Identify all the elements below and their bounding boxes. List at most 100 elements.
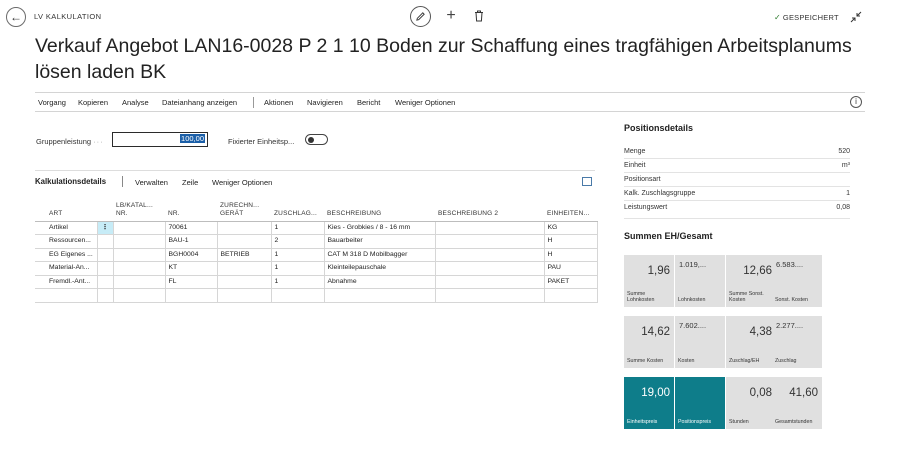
cell-art[interactable]: Material-An... (35, 261, 98, 276)
cell-geraet[interactable] (217, 261, 272, 276)
collapse-arrows-icon[interactable] (850, 10, 864, 24)
cell-nr[interactable]: BGH0004 (165, 248, 218, 262)
fixed-unit-price-toggle[interactable] (305, 134, 328, 145)
cell-geraet[interactable]: BETRIEB (217, 248, 272, 262)
group-service-input[interactable]: 100,00 (112, 132, 208, 147)
row-menu-cell[interactable] (97, 261, 114, 276)
cell-beschreibung-2[interactable] (435, 275, 545, 289)
cell-geraet[interactable] (217, 275, 272, 289)
tile-zuschlag-eh[interactable]: 4,38 Zuschlag/EH (726, 316, 776, 368)
cell-empty[interactable] (544, 288, 598, 303)
tile-stunden[interactable]: 0,08 Stunden (726, 377, 776, 429)
tile-summe-kosten[interactable]: 14,62 Summe Kosten (624, 316, 674, 368)
tile-sonst-kosten[interactable]: 6.583.... Sonst. Kosten (772, 255, 822, 307)
back-arrow-icon[interactable]: ← (6, 7, 26, 27)
cell-beschreibung[interactable]: Bauarbeiter (324, 234, 436, 249)
cell-nr[interactable]: FL (165, 275, 218, 289)
col-beschreibung-2[interactable]: BESCHREIBUNG 2 (435, 199, 544, 222)
edit-pencil-icon[interactable] (410, 6, 431, 27)
cell-einheit[interactable]: PAU (544, 261, 598, 276)
tile-einheitspreis[interactable]: 19,00 Einheitspreis (624, 377, 674, 429)
tile-summe-lohnkosten[interactable]: 1,96 Summe Lohnkosten (624, 255, 674, 307)
action-weniger-optionen[interactable]: Weniger Optionen (395, 98, 455, 107)
cell-beschreibung-2[interactable] (435, 248, 545, 262)
cell-beschreibung-2[interactable] (435, 234, 545, 249)
cell-beschreibung-2[interactable] (435, 221, 545, 235)
cell-lb[interactable] (113, 261, 166, 276)
cell-empty[interactable] (113, 288, 166, 303)
cell-nr[interactable]: 70061 (165, 221, 218, 235)
table-row[interactable]: Ressourcen... BAU-1 2 Bauarbeiter H (35, 234, 598, 249)
new-plus-icon[interactable]: + (444, 6, 458, 26)
cell-einheit[interactable]: H (544, 248, 598, 262)
table-row[interactable]: Fremdl.-Ant... FL 1 Abnahme PAKET (35, 275, 598, 289)
tile-summe-sonst-kosten[interactable]: 12,66 Summe Sonst. Kosten (726, 255, 776, 307)
cell-empty[interactable] (97, 288, 114, 303)
action-vorgang[interactable]: Vorgang (38, 98, 66, 107)
tile-lohnkosten[interactable]: 1.019,... Lohnkosten (675, 255, 725, 307)
table-row-empty[interactable] (35, 288, 598, 303)
tile-positionspreis[interactable]: Positionspreis (675, 377, 725, 429)
cell-geraet[interactable] (217, 221, 272, 235)
col-einheit[interactable]: EINHEITEN... (544, 199, 597, 222)
cell-empty[interactable] (435, 288, 545, 303)
action-aktionen[interactable]: Aktionen (264, 98, 293, 107)
table-row[interactable]: EG Eigenes ... BGH0004 BETRIEB 1 CAT M 3… (35, 248, 598, 262)
cell-beschreibung-2[interactable] (435, 261, 545, 276)
tile-zuschlag[interactable]: 2.277.... Zuschlag (772, 316, 822, 368)
cell-zuschlag[interactable]: 1 (271, 248, 325, 262)
cell-geraet[interactable] (217, 234, 272, 249)
cell-beschreibung[interactable]: Kleinteilepauschale (324, 261, 436, 276)
cell-zuschlag[interactable]: 1 (271, 275, 325, 289)
delete-trash-icon[interactable] (474, 9, 488, 25)
table-row[interactable]: Material-An... KT 1 Kleinteilepauschale … (35, 261, 598, 276)
cell-empty[interactable] (217, 288, 272, 303)
cell-nr[interactable]: KT (165, 261, 218, 276)
group-service-value[interactable]: 100,00 (180, 134, 205, 143)
cell-beschreibung[interactable]: Abnahme (324, 275, 436, 289)
action-navigieren[interactable]: Navigieren (307, 98, 343, 107)
col-geraet[interactable]: ZURECHN... GERÄT (217, 199, 271, 222)
cell-beschreibung[interactable]: CAT M 318 D Mobilbagger (324, 248, 436, 262)
info-icon[interactable]: i (850, 96, 862, 108)
cell-empty[interactable] (271, 288, 325, 303)
col-beschreibung[interactable]: BESCHREIBUNG (324, 199, 435, 222)
tile-gesamtstunden[interactable]: 41,60 Gesamtstunden (772, 377, 822, 429)
row-menu-cell[interactable] (97, 275, 114, 289)
cell-empty[interactable] (324, 288, 436, 303)
lines-action-verwalten[interactable]: Verwalten (135, 178, 168, 187)
lines-action-zeile[interactable]: Zeile (182, 178, 198, 187)
cell-lb[interactable] (113, 221, 166, 235)
cell-zuschlag[interactable]: 2 (271, 234, 325, 249)
col-zuschlag[interactable]: ZUSCHLAG... (271, 199, 324, 222)
cell-nr[interactable]: BAU-1 (165, 234, 218, 249)
col-art[interactable]: ART (35, 199, 97, 222)
row-menu-cell[interactable] (97, 234, 114, 249)
cell-art[interactable]: EG Eigenes ... (35, 248, 98, 262)
tile-kosten[interactable]: 7.602.... Kosten (675, 316, 725, 368)
cell-beschreibung[interactable]: Kies - Grobkies / 8 - 16 mm (324, 221, 436, 235)
lines-action-weniger-optionen[interactable]: Weniger Optionen (212, 178, 272, 187)
action-dateianhang[interactable]: Dateianhang anzeigen (162, 98, 237, 107)
cell-einheit[interactable]: H (544, 234, 598, 249)
cell-art[interactable]: Artikel (35, 221, 98, 235)
cell-empty[interactable] (165, 288, 218, 303)
cell-art[interactable]: Fremdl.-Ant... (35, 275, 98, 289)
row-menu-icon[interactable]: ⋮ (97, 221, 114, 235)
cell-art[interactable]: Ressourcen... (35, 234, 98, 249)
col-lb-katalog-nr[interactable]: LB/KATAL... NR. (113, 199, 165, 222)
cell-zuschlag[interactable]: 1 (271, 261, 325, 276)
action-kopieren[interactable]: Kopieren (78, 98, 108, 107)
cell-lb[interactable] (113, 234, 166, 249)
cell-zuschlag[interactable]: 1 (271, 221, 325, 235)
cell-lb[interactable] (113, 275, 166, 289)
expand-icon[interactable] (582, 177, 592, 186)
row-menu-cell[interactable] (97, 248, 114, 262)
col-nr[interactable]: NR. (165, 199, 217, 222)
action-bericht[interactable]: Bericht (357, 98, 380, 107)
cell-empty[interactable] (35, 288, 98, 303)
cell-einheit[interactable]: KG (544, 221, 598, 235)
table-row[interactable]: Artikel ⋮ 70061 1 Kies - Grobkies / 8 - … (35, 221, 598, 235)
action-analyse[interactable]: Analyse (122, 98, 149, 107)
cell-einheit[interactable]: PAKET (544, 275, 598, 289)
